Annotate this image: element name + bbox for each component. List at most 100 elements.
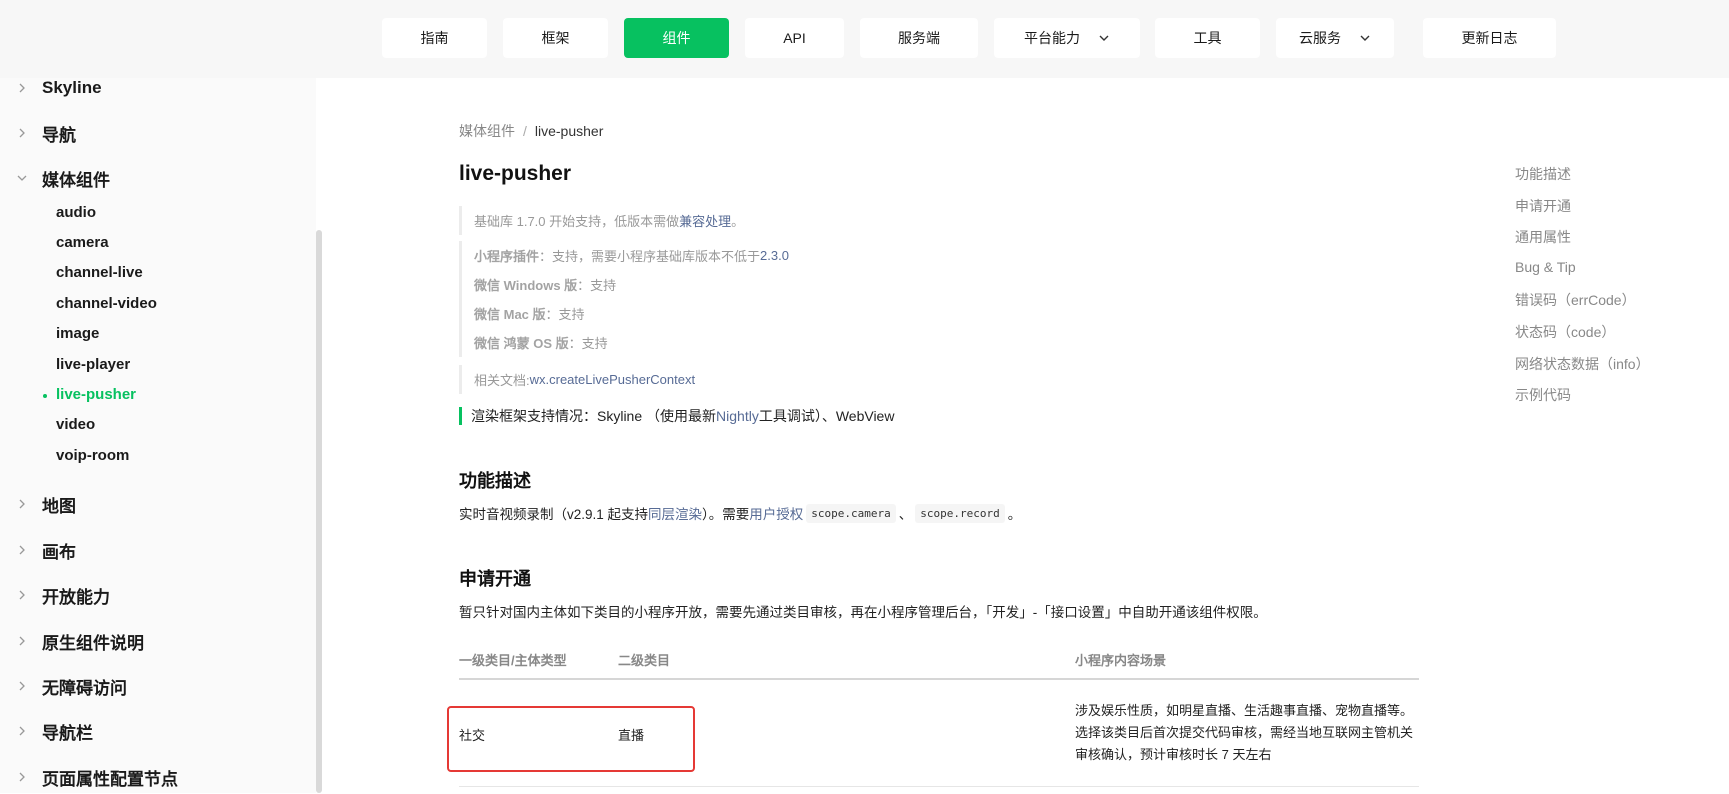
- chevron-down-icon: [15, 171, 29, 185]
- toc-item-description[interactable]: 功能描述: [1515, 164, 1571, 184]
- table-header-divider: [459, 678, 1419, 680]
- table-row-divider: [459, 786, 1419, 787]
- chevron-down-icon: [1359, 32, 1371, 44]
- toc-item-net-status[interactable]: 网络状态数据（info）: [1515, 354, 1650, 374]
- support-note-base: 基础库 1.7.0 开始支持，低版本需做 兼容处理。: [459, 206, 744, 235]
- render-suffix: 工具调试）、WebView: [758, 408, 895, 424]
- chevron-right-icon: [15, 634, 29, 648]
- harmony-text: ：支持: [568, 336, 608, 351]
- active-item-dot: [43, 394, 47, 398]
- user-auth-link[interactable]: 用户授权: [749, 503, 803, 523]
- sidebar-group-native-components[interactable]: 原生组件说明: [0, 624, 316, 658]
- code-scope-record: scope.record: [915, 503, 1005, 523]
- sidebar-group-label: 地图: [42, 496, 76, 516]
- nav-server[interactable]: 服务端: [860, 18, 978, 58]
- breadcrumb: 媒体组件 / live-pusher: [459, 121, 603, 141]
- table-header-category2: 二级类目: [618, 653, 671, 668]
- sidebar-item-channel-live[interactable]: channel-live: [56, 264, 143, 281]
- section-heading-description: 功能描述: [459, 471, 531, 491]
- toc-item-status-code[interactable]: 状态码（code）: [1515, 322, 1615, 342]
- support-base-end: 。: [731, 214, 745, 229]
- render-prefix: 渲染框架支持情况：Skyline （使用最新: [471, 408, 717, 424]
- table-cell-scene: 涉及娱乐性质，如明星直播、生活趣事直播、宠物直播等。选择该类目后首次提交代码审核…: [1075, 703, 1414, 762]
- sidebar-group-label: 无障碍访问: [42, 678, 127, 698]
- harmony-label: 微信 鸿蒙 OS 版: [474, 336, 569, 351]
- nav-label: 工具: [1193, 30, 1222, 46]
- nav-label: 组件: [662, 30, 691, 46]
- sidebar-item-live-player[interactable]: live-player: [56, 356, 130, 373]
- sidebar-group-label: 导航: [42, 125, 76, 145]
- sidebar-group-media[interactable]: 媒体组件: [0, 161, 316, 195]
- chevron-down-icon: [1098, 32, 1110, 44]
- mac-text: ：支持: [545, 307, 585, 322]
- nav-api[interactable]: API: [745, 18, 844, 58]
- sidebar-group-label: 媒体组件: [42, 170, 110, 190]
- chevron-right-icon: [15, 497, 29, 511]
- sidebar-group-label: 页面属性配置节点: [42, 769, 178, 789]
- desc-sep: 、: [898, 507, 913, 522]
- windows-label: 微信 Windows 版: [474, 278, 578, 293]
- chevron-right-icon: [15, 679, 29, 693]
- nav-components[interactable]: 组件: [624, 18, 729, 58]
- sidebar-group-label: 导航栏: [42, 723, 93, 743]
- nav-framework[interactable]: 框架: [503, 18, 608, 58]
- sidebar-group-map[interactable]: 地图: [0, 487, 316, 521]
- code-scope-camera: scope.camera: [806, 503, 896, 523]
- nav-platform[interactable]: 平台能力: [994, 18, 1140, 58]
- toc-item-sample-code[interactable]: 示例代码: [1515, 385, 1571, 405]
- chevron-right-icon: [15, 81, 29, 95]
- sidebar-group-label: 画布: [42, 542, 76, 562]
- table-header-category1: 一级类目/主体类型: [459, 653, 567, 668]
- chevron-right-icon: [15, 588, 29, 602]
- sidebar-group-page-config[interactable]: 页面属性配置节点: [0, 760, 316, 794]
- sidebar-item-live-pusher[interactable]: live-pusher: [56, 386, 136, 403]
- sidebar-group-navbar[interactable]: 导航栏: [0, 714, 316, 748]
- support-note-platforms: 小程序插件 ：支持，需要小程序基础库版本不低于 2.3.0 微信 Windows …: [459, 241, 789, 357]
- table-header-scene: 小程序内容场景: [1075, 653, 1167, 668]
- sidebar-group-label: 原生组件说明: [42, 633, 144, 653]
- nav-label: 服务端: [898, 30, 940, 46]
- sidebar-item-camera[interactable]: camera: [56, 234, 109, 251]
- toc-item-apply[interactable]: 申请开通: [1515, 196, 1571, 216]
- page-title: live-pusher: [459, 162, 572, 185]
- sidebar-item-image[interactable]: image: [56, 325, 99, 342]
- sidebar-item-video[interactable]: video: [56, 416, 95, 433]
- sidebar-group-label: Skyline: [42, 78, 102, 97]
- sidebar-group-skyline[interactable]: Skyline: [0, 71, 316, 105]
- nav-cloud[interactable]: 云服务: [1276, 18, 1394, 58]
- nav-label: 指南: [420, 30, 449, 46]
- sidebar-item-channel-video[interactable]: channel-video: [56, 295, 157, 312]
- sidebar-group-navigation[interactable]: 导航: [0, 116, 316, 150]
- plugin-version-link[interactable]: 2.3.0: [760, 248, 789, 263]
- nightly-link[interactable]: Nightly: [716, 408, 759, 424]
- related-doc-link[interactable]: wx.createLivePusherContext: [530, 372, 695, 387]
- mac-label: 微信 Mac 版: [474, 307, 546, 322]
- desc-text-2: ）。需要: [702, 507, 750, 522]
- breadcrumb-parent[interactable]: 媒体组件: [459, 121, 515, 141]
- sidebar-group-canvas[interactable]: 画布: [0, 533, 316, 567]
- desc-text-1: 实时音视频录制（v2.9.1 起支持: [459, 507, 649, 522]
- toc-item-common-attributes[interactable]: 通用属性: [1515, 227, 1571, 247]
- chevron-right-icon: [15, 543, 29, 557]
- breadcrumb-separator: /: [523, 123, 527, 139]
- nav-label: 平台能力: [1024, 30, 1080, 46]
- support-base-text: 基础库 1.7.0 开始支持，低版本需做: [474, 214, 680, 229]
- compat-link[interactable]: 兼容处理: [679, 211, 731, 230]
- section-heading-apply: 申请开通: [459, 569, 531, 589]
- sidebar-group-label: 开放能力: [42, 587, 110, 607]
- toc-item-bug-tip[interactable]: Bug & Tip: [1515, 259, 1576, 275]
- toc-item-error-code[interactable]: 错误码（errCode）: [1515, 290, 1636, 310]
- nav-tools[interactable]: 工具: [1155, 18, 1260, 58]
- windows-text: ：支持: [577, 278, 617, 293]
- sidebar-item-audio[interactable]: audio: [56, 204, 96, 221]
- nav-changelog[interactable]: 更新日志: [1423, 18, 1556, 58]
- sidebar-item-voip-room[interactable]: voip-room: [56, 447, 129, 464]
- nav-label: 云服务: [1299, 30, 1341, 46]
- same-layer-render-link[interactable]: 同层渲染: [648, 503, 702, 523]
- sidebar-group-open-capabilities[interactable]: 开放能力: [0, 578, 316, 612]
- highlight-annotation-box: [447, 706, 695, 772]
- nav-guide[interactable]: 指南: [382, 18, 487, 58]
- apply-paragraph: 暂只针对国内主体如下类目的小程序开放，需要先通过类目审核，再在小程序管理后台，「…: [459, 605, 1267, 620]
- sidebar-group-accessibility[interactable]: 无障碍访问: [0, 669, 316, 703]
- description-paragraph: 实时音视频录制（v2.9.1 起支持 同层渲染 ）。需要 用户授权 scope.cam…: [459, 503, 1021, 523]
